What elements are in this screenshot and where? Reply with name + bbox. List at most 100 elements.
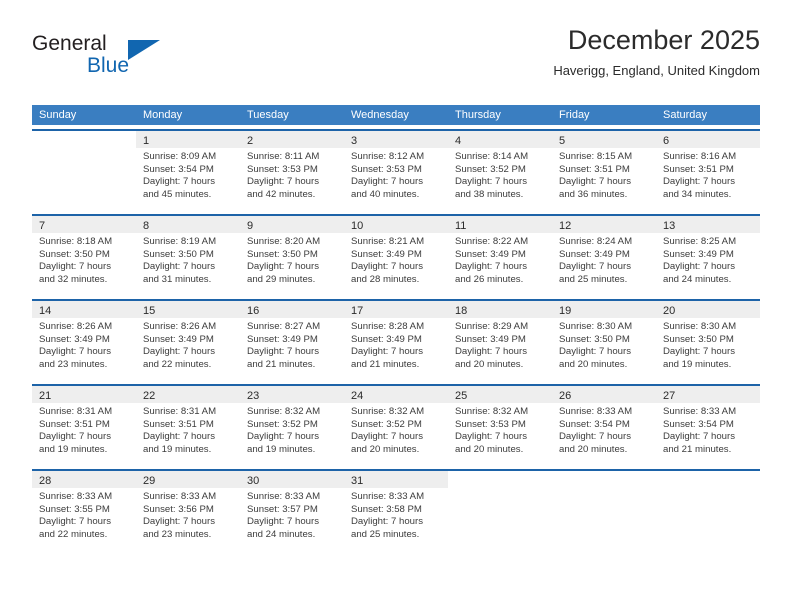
day-number: 30: [247, 475, 260, 487]
calendar-week-row: 28 Sunrise: 8:33 AM Sunset: 3:55 PM Dayligh…: [32, 469, 760, 550]
calendar-day-cell[interactable]: 17 Sunrise: 8:28 AM Sunset: 3:49 PM Dayligh…: [344, 301, 448, 380]
day-detail-line: Sunrise: 8:26 AM: [143, 321, 217, 332]
day-detail-line: Sunrise: 8:29 AM: [455, 321, 529, 332]
calendar-day-cell[interactable]: 19 Sunrise: 8:30 AM Sunset: 3:50 PM Dayligh…: [552, 301, 656, 380]
day-detail-line: Sunrise: 8:27 AM: [247, 321, 321, 332]
weekday-header-friday: Friday: [559, 109, 590, 121]
calendar-day-cell[interactable]: 27 Sunrise: 8:33 AM Sunset: 3:54 PM Dayligh…: [656, 386, 760, 465]
calendar-day-cell[interactable]: 18 Sunrise: 8:29 AM Sunset: 3:49 PM Dayligh…: [448, 301, 552, 380]
calendar-day-cell[interactable]: 11 Sunrise: 8:22 AM Sunset: 3:49 PM Dayligh…: [448, 216, 552, 295]
day-detail-line: Daylight: 7 hours: [39, 516, 111, 527]
day-details: [552, 488, 656, 550]
day-details: [448, 488, 552, 550]
calendar-day-cell[interactable]: 2 Sunrise: 8:11 AM Sunset: 3:53 PM Daylight…: [240, 131, 344, 210]
calendar-day-cell[interactable]: 25 Sunrise: 8:32 AM Sunset: 3:53 PM Dayligh…: [448, 386, 552, 465]
day-detail-line: Daylight: 7 hours: [663, 176, 735, 187]
day-number-band: 3: [344, 131, 448, 148]
day-details: Sunrise: 8:32 AM Sunset: 3:52 PM Daylight:…: [240, 403, 344, 465]
calendar-day-cell[interactable]: 30 Sunrise: 8:33 AM Sunset: 3:57 PM Dayligh…: [240, 471, 344, 550]
calendar-day-cell[interactable]: 1 Sunrise: 8:09 AM Sunset: 3:54 PM Daylight…: [136, 131, 240, 210]
calendar-week-row: 14 Sunrise: 8:26 AM Sunset: 3:49 PM Dayligh…: [32, 299, 760, 380]
calendar-day-cell[interactable]: 26 Sunrise: 8:33 AM Sunset: 3:54 PM Dayligh…: [552, 386, 656, 465]
day-detail-line: Sunset: 3:49 PM: [351, 248, 422, 260]
calendar-day-cell[interactable]: 9 Sunrise: 8:20 AM Sunset: 3:50 PM Daylight…: [240, 216, 344, 295]
day-number-band: 8: [136, 216, 240, 233]
day-detail-line: Sunset: 3:53 PM: [351, 163, 422, 175]
day-detail-line: Sunset: 3:56 PM: [143, 503, 214, 515]
day-detail-line: Sunrise: 8:33 AM: [247, 491, 321, 502]
day-number-band: 16: [240, 301, 344, 318]
day-number-band: 29: [136, 471, 240, 488]
day-number: 24: [351, 390, 364, 402]
calendar-day-cell[interactable]: 13 Sunrise: 8:25 AM Sunset: 3:49 PM Dayligh…: [656, 216, 760, 295]
day-number: 11: [455, 220, 467, 232]
calendar-day-cell[interactable]: 31 Sunrise: 8:33 AM Sunset: 3:58 PM Dayligh…: [344, 471, 448, 550]
day-number-band: 30: [240, 471, 344, 488]
day-detail-line: Sunset: 3:49 PM: [559, 248, 630, 260]
day-detail-line: Sunrise: 8:12 AM: [351, 151, 425, 162]
day-detail-line: and 34 minutes.: [663, 188, 732, 200]
calendar-day-cell[interactable]: 12 Sunrise: 8:24 AM Sunset: 3:49 PM Dayligh…: [552, 216, 656, 295]
calendar-day-cell[interactable]: 7 Sunrise: 8:18 AM Sunset: 3:50 PM Daylight…: [32, 216, 136, 295]
day-details: Sunrise: 8:31 AM Sunset: 3:51 PM Daylight:…: [136, 403, 240, 465]
brand-logo[interactable]: General Blue: [32, 32, 172, 84]
day-detail-line: Daylight: 7 hours: [351, 516, 423, 527]
weekday-header-wednesday: Wednesday: [351, 109, 409, 121]
day-detail-line: Sunset: 3:51 PM: [39, 418, 110, 430]
day-detail-line: and 28 minutes.: [351, 273, 420, 285]
day-number-band: 22: [136, 386, 240, 403]
calendar-day-cell[interactable]: 16 Sunrise: 8:27 AM Sunset: 3:49 PM Dayligh…: [240, 301, 344, 380]
calendar-day-cell[interactable]: 10 Sunrise: 8:21 AM Sunset: 3:49 PM Dayligh…: [344, 216, 448, 295]
calendar-day-cell[interactable]: 22 Sunrise: 8:31 AM Sunset: 3:51 PM Dayligh…: [136, 386, 240, 465]
day-detail-line: Sunrise: 8:28 AM: [351, 321, 425, 332]
day-number-band: 14: [32, 301, 136, 318]
weekday-header-row: Sunday Monday Tuesday Wednesday Thursday…: [32, 105, 760, 125]
day-detail-line: Sunset: 3:49 PM: [663, 248, 734, 260]
calendar-day-cell[interactable]: 15 Sunrise: 8:26 AM Sunset: 3:49 PM Dayligh…: [136, 301, 240, 380]
day-number: 10: [351, 220, 364, 232]
calendar-day-cell[interactable]: 3 Sunrise: 8:12 AM Sunset: 3:53 PM Daylight…: [344, 131, 448, 210]
calendar-day-cell[interactable]: 20 Sunrise: 8:30 AM Sunset: 3:50 PM Dayligh…: [656, 301, 760, 380]
day-number: 16: [247, 305, 260, 317]
day-number: 2: [247, 135, 254, 147]
calendar-day-cell[interactable]: 28 Sunrise: 8:33 AM Sunset: 3:55 PM Dayligh…: [32, 471, 136, 550]
day-details: Sunrise: 8:33 AM Sunset: 3:54 PM Daylight:…: [552, 403, 656, 465]
day-detail-line: and 20 minutes.: [559, 443, 628, 455]
day-number: 9: [247, 220, 254, 232]
day-details: Sunrise: 8:24 AM Sunset: 3:49 PM Daylight:…: [552, 233, 656, 295]
calendar-day-cell[interactable]: 8 Sunrise: 8:19 AM Sunset: 3:50 PM Daylight…: [136, 216, 240, 295]
page-header: General Blue December 2025 Haverigg, Eng…: [32, 24, 760, 98]
day-detail-line: and 24 minutes.: [247, 528, 316, 540]
calendar-day-cell[interactable]: 14 Sunrise: 8:26 AM Sunset: 3:49 PM Dayligh…: [32, 301, 136, 380]
day-number-band: [656, 471, 760, 488]
day-details: Sunrise: 8:09 AM Sunset: 3:54 PM Daylight:…: [136, 148, 240, 210]
day-detail-line: Daylight: 7 hours: [351, 431, 423, 442]
day-detail-line: Sunset: 3:52 PM: [455, 163, 526, 175]
calendar-day-cell[interactable]: 6 Sunrise: 8:16 AM Sunset: 3:51 PM Daylight…: [656, 131, 760, 210]
calendar-day-cell[interactable]: 5 Sunrise: 8:15 AM Sunset: 3:51 PM Daylight…: [552, 131, 656, 210]
calendar-day-cell[interactable]: 23 Sunrise: 8:32 AM Sunset: 3:52 PM Dayligh…: [240, 386, 344, 465]
day-detail-line: and 31 minutes.: [143, 273, 212, 285]
calendar-day-cell[interactable]: 24 Sunrise: 8:32 AM Sunset: 3:52 PM Dayligh…: [344, 386, 448, 465]
calendar-day-cell[interactable]: 4 Sunrise: 8:14 AM Sunset: 3:52 PM Daylight…: [448, 131, 552, 210]
day-detail-line: Sunrise: 8:20 AM: [247, 236, 321, 247]
weekday-header-sunday: Sunday: [39, 109, 77, 121]
day-detail-line: Daylight: 7 hours: [143, 516, 215, 527]
day-detail-line: Sunrise: 8:30 AM: [663, 321, 737, 332]
day-detail-line: Sunrise: 8:26 AM: [39, 321, 113, 332]
day-detail-line: Daylight: 7 hours: [559, 431, 631, 442]
day-detail-line: Daylight: 7 hours: [39, 431, 111, 442]
triangle-logo-icon: [128, 40, 160, 60]
day-detail-line: Sunset: 3:54 PM: [559, 418, 630, 430]
day-number: 21: [39, 390, 52, 402]
day-detail-line: and 26 minutes.: [455, 273, 524, 285]
day-detail-line: and 19 minutes.: [247, 443, 316, 455]
day-detail-line: Daylight: 7 hours: [143, 346, 215, 357]
day-detail-line: Sunset: 3:51 PM: [559, 163, 630, 175]
day-detail-line: Sunset: 3:49 PM: [351, 333, 422, 345]
day-detail-line: Sunrise: 8:18 AM: [39, 236, 113, 247]
calendar-day-cell[interactable]: 29 Sunrise: 8:33 AM Sunset: 3:56 PM Dayligh…: [136, 471, 240, 550]
day-detail-line: Daylight: 7 hours: [143, 261, 215, 272]
day-detail-line: Daylight: 7 hours: [247, 261, 319, 272]
calendar-day-cell[interactable]: 21 Sunrise: 8:31 AM Sunset: 3:51 PM Dayligh…: [32, 386, 136, 465]
